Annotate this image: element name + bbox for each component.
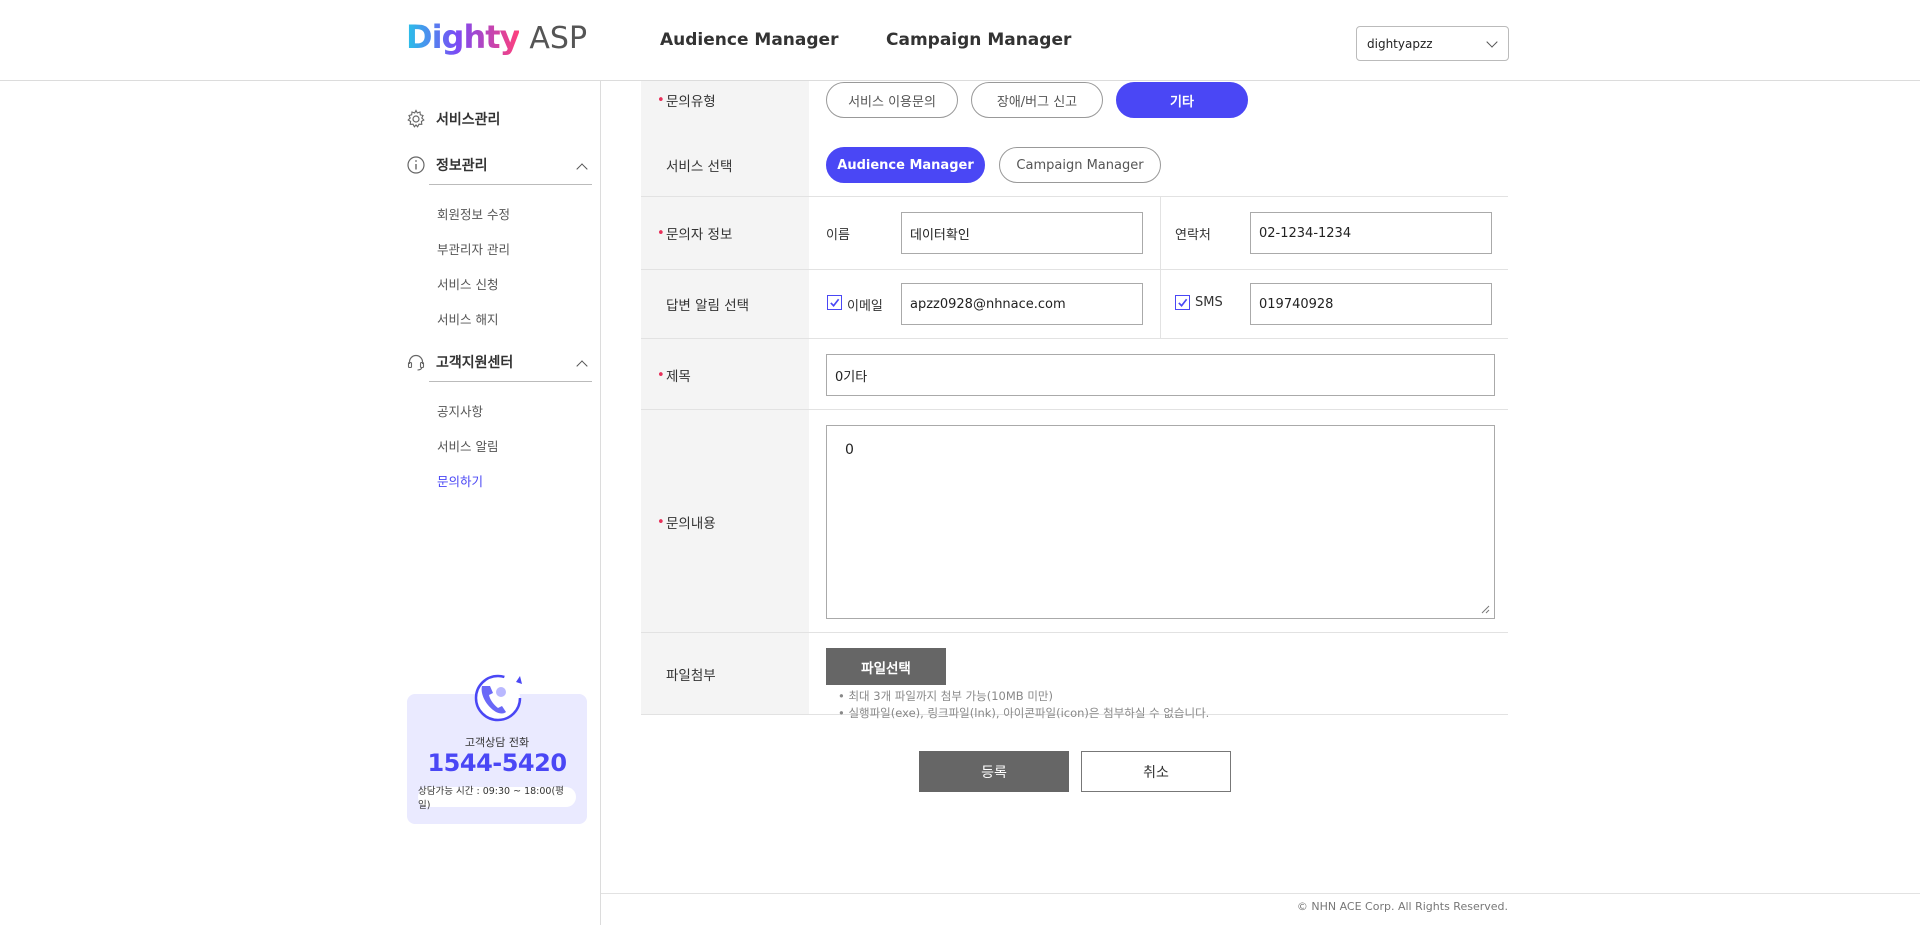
sidebar-item-sub-admin[interactable]: 부관리자 관리 — [437, 239, 510, 258]
subject-label: • 제목 — [657, 365, 691, 386]
column-divider — [1160, 197, 1161, 339]
nav-audience-manager[interactable]: Audience Manager — [660, 30, 838, 50]
inquiry-type-option-etc[interactable]: 기타 — [1116, 82, 1248, 118]
sidebar-divider — [600, 81, 601, 925]
sidebar-group-label: 정보관리 — [436, 158, 488, 174]
resize-grip-icon[interactable] — [1480, 604, 1490, 614]
sidebar-group-support[interactable]: 고객지원센터 — [406, 350, 592, 374]
email-input[interactable]: apzz0928@nhnace.com — [901, 283, 1143, 325]
sidebar-group-info[interactable]: 정보관리 — [406, 153, 592, 177]
chevron-down-icon — [1486, 35, 1498, 48]
notify-label-text: 답변 알림 선택 — [666, 298, 750, 314]
sidebar-group-underline — [429, 184, 592, 185]
checkmark-icon — [1178, 298, 1188, 307]
gear-icon — [406, 109, 426, 129]
service-select-label-text: 서비스 선택 — [666, 159, 733, 175]
content-textarea[interactable]: 0 — [826, 425, 1495, 619]
sidebar-item-service-cancel[interactable]: 서비스 해지 — [437, 309, 498, 328]
submit-button[interactable]: 등록 — [919, 751, 1069, 792]
sidebar-group-label: 서비스관리 — [436, 112, 501, 128]
notify-label: 답변 알림 선택 — [657, 294, 749, 314]
account-select-value: dightyapzz — [1367, 36, 1433, 51]
required-mark: • — [657, 92, 665, 108]
sms-label: SMS — [1195, 295, 1223, 310]
headset-icon — [406, 352, 426, 372]
name-label: 이름 — [826, 228, 850, 243]
sidebar-item-inquiry[interactable]: 문의하기 — [437, 471, 483, 490]
service-select-label: 서비스 선택 — [657, 155, 732, 175]
required-mark: • — [657, 367, 665, 383]
contact-input[interactable]: 02-1234-1234 — [1250, 212, 1492, 254]
logo[interactable]: Dighty ASP — [406, 18, 587, 58]
inquiry-type-label: • 문의유형 — [657, 90, 716, 111]
content-text: 0 — [845, 442, 854, 458]
service-option-campaign[interactable]: Campaign Manager — [999, 147, 1161, 183]
nav-campaign-manager[interactable]: Campaign Manager — [886, 30, 1071, 50]
file-select-button[interactable]: 파일선택 — [826, 648, 946, 685]
support-hours: 상담가능 시간 : 09:30 ~ 18:00(평일) — [418, 786, 576, 811]
row-divider — [641, 269, 1508, 270]
attachment-note: • 최대 3개 파일까지 첨부 가능(10MB 미만) — [838, 689, 1053, 703]
contact-label: 연락처 — [1175, 228, 1211, 243]
sidebar-group-underline — [429, 381, 592, 382]
inquiry-type-option-bug[interactable]: 장애/버그 신고 — [971, 82, 1103, 118]
sidebar-item-service-alert[interactable]: 서비스 알림 — [437, 436, 498, 455]
attachment-note: • 실행파일(exe), 링크파일(lnk), 아이콘파일(icon)은 첨부하… — [838, 706, 1210, 720]
email-label: 이메일 — [847, 299, 883, 314]
content-label-text: 문의내용 — [666, 516, 716, 532]
required-mark: • — [657, 225, 665, 241]
attachment-label-text: 파일첨부 — [666, 668, 716, 684]
email-checkbox[interactable] — [827, 295, 842, 310]
account-select[interactable]: dightyapzz — [1356, 26, 1509, 61]
support-phone: 1544-5420 — [427, 749, 567, 777]
sms-input[interactable]: 019740928 — [1250, 283, 1492, 325]
cancel-button[interactable]: 취소 — [1081, 751, 1231, 792]
footer-copyright: © NHN ACE Corp. All Rights Reserved. — [1296, 900, 1508, 913]
inquiry-type-label-text: 문의유형 — [666, 94, 716, 110]
logo-product: ASP — [529, 21, 588, 56]
subject-input[interactable]: 0기타 — [826, 354, 1495, 396]
sidebar-item-notice[interactable]: 공지사항 — [437, 401, 483, 420]
inquiry-type-option-usage[interactable]: 서비스 이용문의 — [826, 82, 958, 118]
inquirer-info-label: • 문의자 정보 — [657, 223, 733, 244]
required-mark: • — [657, 514, 665, 530]
sidebar-item-service-apply[interactable]: 서비스 신청 — [437, 274, 498, 293]
subject-label-text: 제목 — [666, 369, 691, 385]
logo-brand: Dighty — [406, 18, 520, 56]
form-row-attachment — [641, 633, 1508, 715]
sidebar-group-service[interactable]: 서비스관리 — [406, 107, 592, 131]
support-label: 고객상담 전화 — [464, 736, 530, 749]
service-option-audience[interactable]: Audience Manager — [826, 147, 985, 183]
attachment-label: 파일첨부 — [657, 664, 716, 684]
phone-support-icon — [468, 672, 526, 724]
inquirer-info-label-text: 문의자 정보 — [666, 227, 733, 243]
chevron-up-icon[interactable] — [576, 360, 588, 372]
info-icon — [406, 155, 426, 175]
content-label: • 문의내용 — [657, 512, 716, 533]
top-header: Dighty ASP Audience Manager Campaign Man… — [0, 0, 1920, 81]
name-input[interactable]: 데이터확인 — [901, 212, 1143, 254]
footer-divider — [601, 893, 1920, 894]
chevron-up-icon[interactable] — [576, 163, 588, 175]
sidebar-item-member-info[interactable]: 회원정보 수정 — [437, 204, 510, 223]
sidebar-group-label: 고객지원센터 — [436, 355, 514, 371]
sms-checkbox[interactable] — [1175, 295, 1190, 310]
checkmark-icon — [830, 298, 840, 307]
